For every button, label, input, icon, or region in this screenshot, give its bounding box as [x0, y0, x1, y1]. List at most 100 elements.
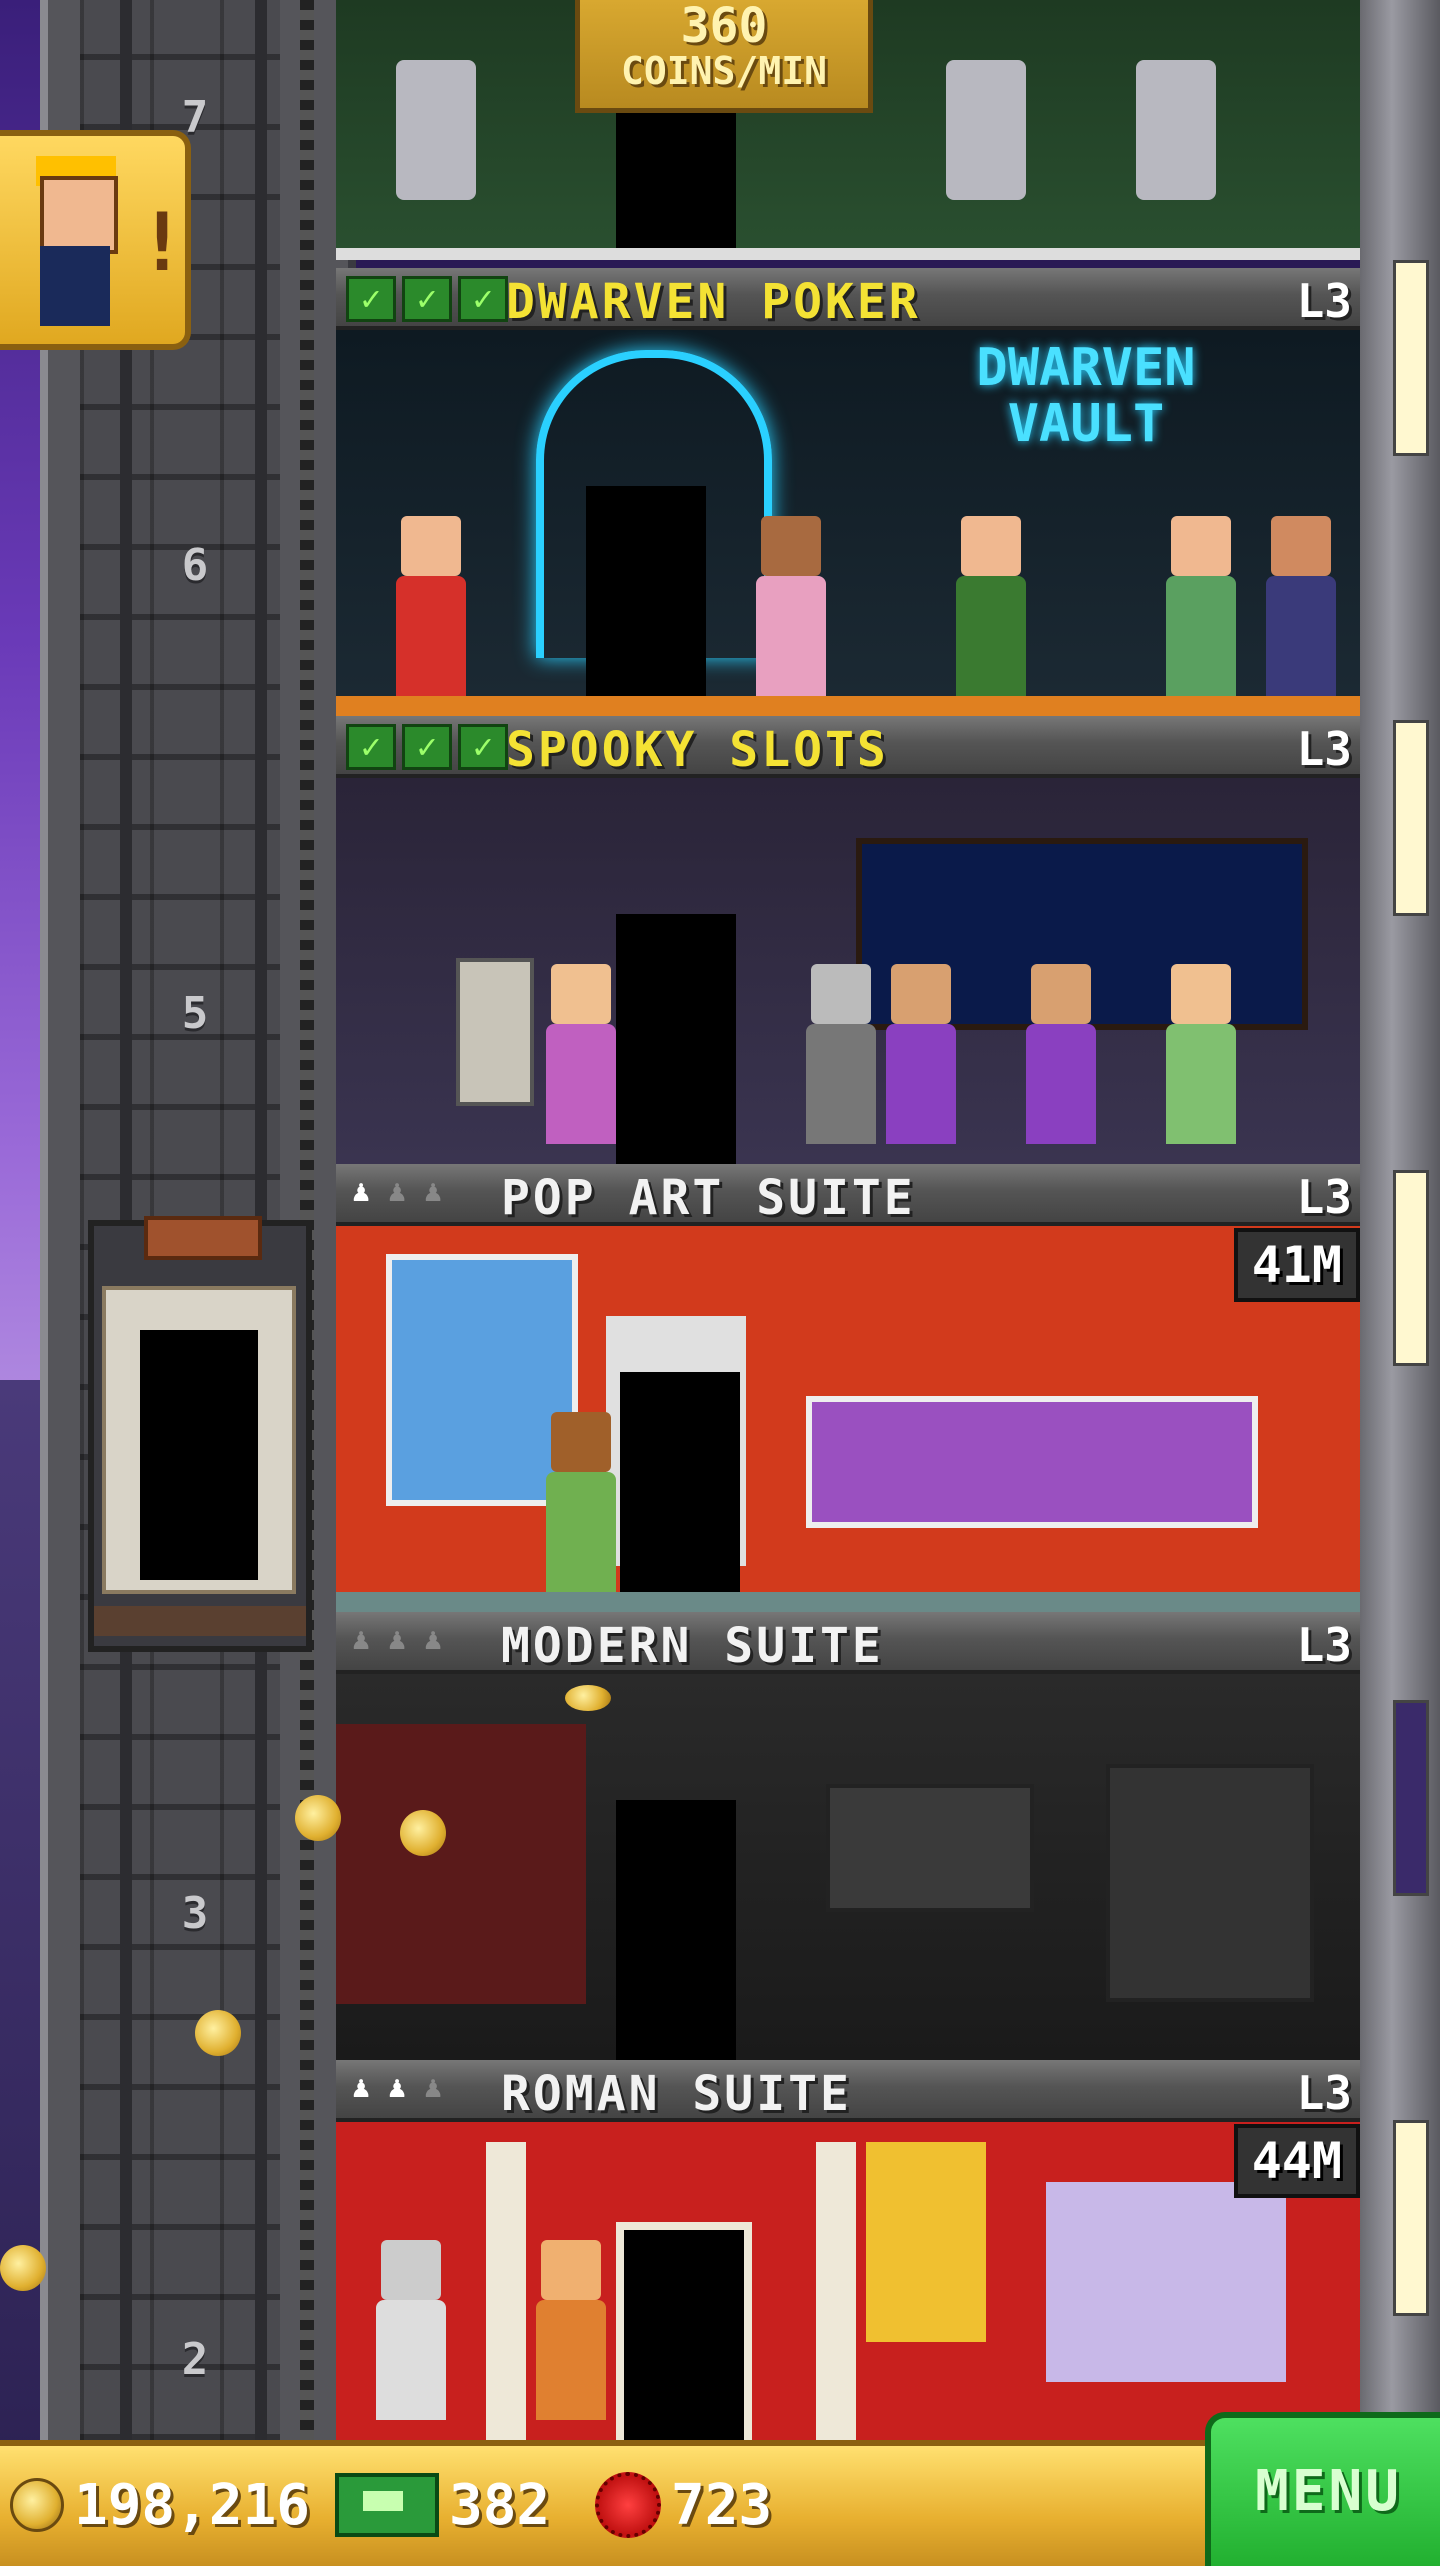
guest[interactable]: [756, 516, 826, 696]
column: [816, 2142, 856, 2440]
guest-head: [761, 516, 821, 576]
doorway: [616, 914, 736, 1164]
falling-coin[interactable]: [0, 2245, 46, 2291]
floor-pop-art-suite[interactable]: ♟ ♟ ♟ POP ART SUITE L3 41M: [336, 1164, 1360, 1612]
gem-icon: [595, 2472, 661, 2538]
floor-header: ♟ ♟ ♟ POP ART SUITE L3: [336, 1164, 1360, 1226]
restock-timer: 41M: [1233, 1228, 1360, 1302]
floor-name: SPOOKY SLOTS: [506, 722, 889, 778]
guest-head: [381, 2240, 441, 2300]
menu-button[interactable]: MENU: [1205, 2412, 1440, 2566]
resident-icon: ♟: [423, 1622, 443, 1657]
resident-slots: ♟ ♟ ♟: [348, 1174, 446, 1210]
falling-coin[interactable]: [565, 1685, 611, 1711]
floor-roman-suite[interactable]: ♟ ♟ ♟ ROMAN SUITE L3 44M: [336, 2060, 1360, 2440]
guest[interactable]: [1166, 516, 1236, 696]
guest-head: [551, 964, 611, 1024]
guest-head: [551, 1412, 611, 1472]
guest-head: [401, 516, 461, 576]
room-interior: [336, 778, 1360, 1164]
elevator-door: [140, 1330, 258, 1580]
bookshelf: [1106, 1764, 1314, 2002]
gems-counter: 723: [595, 2470, 772, 2540]
elevator-floor-number: 6: [181, 540, 209, 591]
elevator-car[interactable]: [88, 1216, 312, 1652]
resident-icon: ♟: [423, 1174, 443, 1209]
room-interior: [336, 1226, 1360, 1612]
elevator-top: [144, 1216, 262, 1260]
guest[interactable]: [546, 1412, 616, 1592]
tower-window: [1393, 1170, 1429, 1366]
check-icon: ✓: [346, 724, 396, 770]
guest[interactable]: [376, 2240, 446, 2420]
coins-counter: 198,216: [10, 2470, 310, 2540]
floor-header: ♟ ♟ ♟ ROMAN SUITE L3: [336, 2060, 1360, 2122]
room-interior: DWARVEN VAULT: [336, 330, 1360, 716]
doorway: [586, 486, 706, 716]
vip-visitor-button[interactable]: !: [0, 130, 191, 350]
painting: [826, 1784, 1034, 1912]
guest[interactable]: [536, 2240, 606, 2420]
resident-icon: ♟: [351, 2070, 371, 2105]
resident-slots: ♟ ♟ ♟: [348, 2070, 446, 2106]
floor-name: MODERN SUITE: [501, 1618, 884, 1674]
guest-head: [1171, 964, 1231, 1024]
floor-name: DWARVEN POKER: [506, 274, 921, 330]
floor-header: ✓ ✓ ✓ SPOOKY SLOTS L3: [336, 716, 1360, 778]
restock-timer: 44M: [1233, 2124, 1360, 2198]
resident-slots: ♟ ♟ ♟: [348, 1622, 446, 1658]
resident-icon: ♟: [423, 2070, 443, 2105]
guest[interactable]: [956, 516, 1026, 696]
guest-head: [961, 516, 1021, 576]
doorway: [616, 1800, 736, 2060]
resident-icon: ♟: [387, 1174, 407, 1209]
statue: [946, 60, 1026, 200]
tower-window: [1393, 1700, 1429, 1896]
guest-head: [811, 964, 871, 1024]
coins-per-minute-value: 360: [680, 0, 768, 54]
check-icon: ✓: [458, 724, 508, 770]
floor-trim: [336, 248, 1360, 260]
coins-per-minute-badge: 360 COINS/MIN: [575, 0, 873, 113]
floor-spooky-slots[interactable]: ✓ ✓ ✓ SPOOKY SLOTS L3: [336, 716, 1360, 1164]
floor-level: L3: [1296, 722, 1352, 776]
coins-per-minute-unit: COINS/MIN: [621, 49, 827, 93]
falling-coin[interactable]: [195, 2010, 241, 2056]
guest[interactable]: [806, 964, 876, 1144]
guest-head: [1271, 516, 1331, 576]
guest[interactable]: [1266, 516, 1336, 696]
resident-icon: ♟: [387, 2070, 407, 2105]
guest-head: [1171, 516, 1231, 576]
slot-machine: [456, 958, 534, 1106]
gold-pile: [336, 696, 1360, 716]
floor-header: ✓ ✓ ✓ DWARVEN POKER L3: [336, 268, 1360, 330]
floor-header: ♟ ♟ ♟ MODERN SUITE L3: [336, 1612, 1360, 1674]
tower-window: [1393, 720, 1429, 916]
floor-level: L3: [1296, 2066, 1352, 2120]
room-interior: [336, 2122, 1360, 2440]
guest[interactable]: [886, 964, 956, 1144]
floor-dwarven-poker[interactable]: ✓ ✓ ✓ DWARVEN POKER L3 DWARVEN VAULT: [336, 268, 1360, 716]
falling-coin[interactable]: [295, 1795, 341, 1841]
statue: [396, 60, 476, 200]
stock-checks: ✓ ✓ ✓: [346, 276, 508, 322]
elevator-floor-number: 5: [181, 988, 209, 1039]
window: [1046, 2182, 1286, 2382]
check-icon: ✓: [346, 276, 396, 322]
elevator-floor-number: 3: [181, 1888, 209, 1939]
falling-coin[interactable]: [400, 1810, 446, 1856]
vault-sign: DWARVEN VAULT: [976, 338, 1196, 454]
guest[interactable]: [1166, 964, 1236, 1144]
guest[interactable]: [396, 516, 466, 696]
check-icon: ✓: [402, 724, 452, 770]
guest[interactable]: [1026, 964, 1096, 1144]
floor-trim: [336, 1592, 1360, 1612]
column: [486, 2142, 526, 2440]
floor-name: ROMAN SUITE: [501, 2066, 852, 2122]
floor-modern-suite[interactable]: ♟ ♟ ♟ MODERN SUITE L3: [336, 1612, 1360, 2060]
guest[interactable]: [546, 964, 616, 1144]
doorway: [616, 110, 736, 250]
guest-head: [541, 2240, 601, 2300]
resident-icon: ♟: [351, 1174, 371, 1209]
vip-suit: [40, 246, 110, 326]
